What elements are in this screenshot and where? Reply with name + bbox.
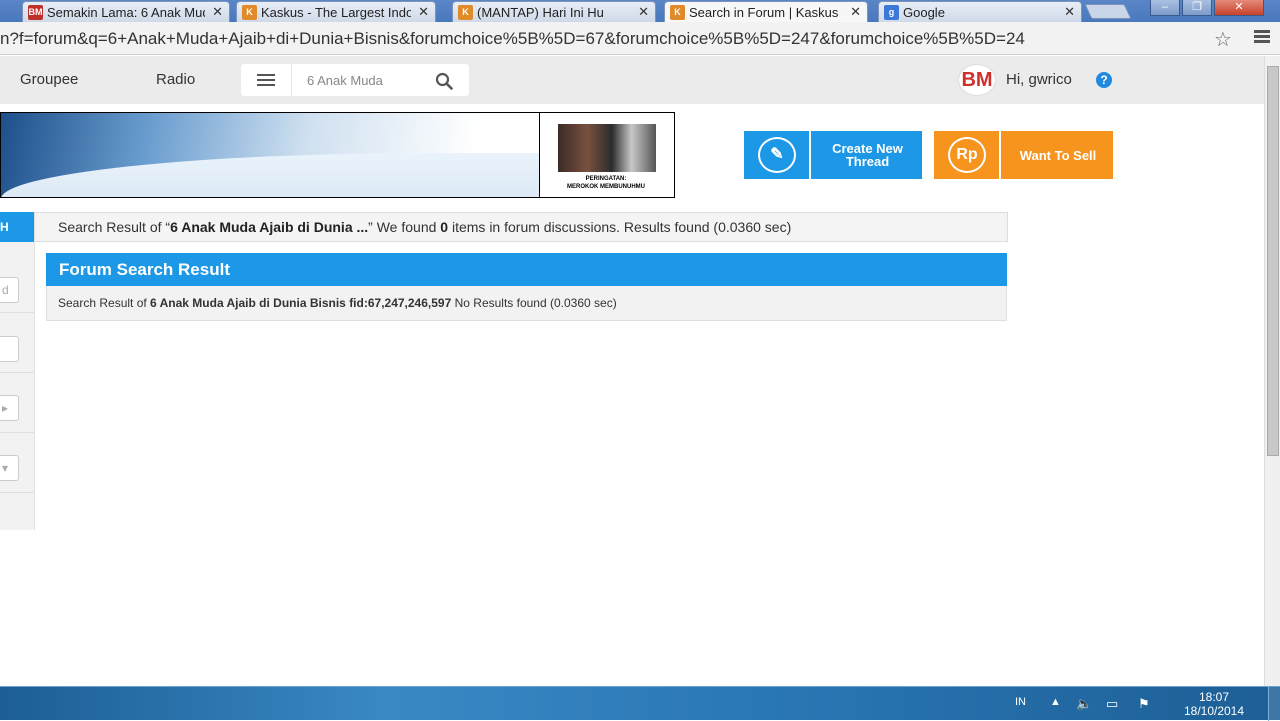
network-icon[interactable]: ▭ [1106, 696, 1118, 712]
user-field[interactable] [0, 336, 19, 362]
new-tab-button[interactable] [1084, 4, 1132, 19]
url-field[interactable]: n?f=forum&q=6+Anak+Muda+Ajaib+di+Dunia+B… [0, 27, 1215, 51]
browser-tab-strip: BM Semakin Lama: 6 Anak Muda ✕ K Kaskus … [0, 0, 1280, 23]
divider [0, 492, 34, 493]
banner-background [1, 153, 541, 197]
summary-suffix: items in forum discussions. Results foun… [448, 219, 792, 235]
summary-mid: ” We found [368, 219, 441, 235]
search-input[interactable] [291, 64, 431, 96]
window-close-button[interactable]: ✕ [1214, 0, 1264, 16]
avatar[interactable]: BM [958, 64, 996, 96]
nav-radio[interactable]: Radio [156, 71, 195, 88]
browser-tab[interactable]: g Google ✕ [878, 1, 1082, 22]
search-filter-sidebar: d ▸ ▾ [0, 242, 35, 530]
search-icon[interactable] [435, 72, 453, 90]
bookmark-star-icon[interactable]: ☆ [1214, 27, 1232, 52]
scrollbar-thumb[interactable] [1267, 66, 1279, 456]
tab-close-icon[interactable]: ✕ [418, 4, 429, 20]
tab-close-icon[interactable]: ✕ [638, 4, 649, 20]
bm-favicon-icon: BM [28, 5, 43, 20]
taskbar: IN ▲ 🔈 ▭ ⚑ 18:07 18/10/2014 [0, 686, 1280, 721]
want-to-sell-label: Want To Sell [1019, 147, 1097, 163]
smoking-warning-panel: PERINGATAN: MEROKOK MEMBUNUHMU [539, 113, 674, 197]
help-icon[interactable]: ? [1096, 72, 1112, 88]
list-icon[interactable] [257, 74, 275, 89]
summary-query: 6 Anak Muda Ajaib di Dunia ... [170, 219, 369, 235]
want-to-sell-button[interactable]: Rp Want To Sell [934, 131, 1113, 179]
result-query: 6 Anak Muda Ajaib di Dunia Bisnis fid:67… [150, 296, 452, 310]
system-clock[interactable]: 18:07 18/10/2014 [1170, 690, 1258, 718]
tab-title: Google [903, 5, 945, 20]
tab-title: Semakin Lama: 6 Anak Muda [47, 5, 205, 20]
result-suffix: No Results found (0.0360 sec) [451, 296, 617, 310]
clock-date: 18/10/2014 [1183, 704, 1245, 718]
page-scrollbar[interactable] [1264, 56, 1280, 686]
minimize-button[interactable]: – [1150, 0, 1180, 16]
tab-title: (MANTAP) Hari Ini Hu [477, 5, 604, 20]
show-hidden-icons-icon[interactable]: ▲ [1050, 696, 1061, 708]
google-favicon-icon: g [884, 5, 899, 20]
volume-icon[interactable]: 🔈 [1076, 696, 1092, 712]
create-thread-label: Create New Thread [832, 141, 903, 169]
tab-title: Search in Forum | Kaskus [689, 5, 839, 20]
kaskus-favicon-icon: K [458, 5, 473, 20]
show-desktop-button[interactable] [1268, 687, 1280, 721]
language-indicator[interactable]: IN [1015, 696, 1026, 708]
search-tab[interactable]: H [0, 212, 34, 242]
ad-banner[interactable]: PERINGATAN: MEROKOK MEMBUNUHMU [0, 112, 675, 198]
tab-close-icon[interactable]: ✕ [212, 4, 223, 20]
search-summary: Search Result of “6 Anak Muda Ajaib di D… [34, 212, 1008, 242]
result-prefix: Search Result of [58, 296, 151, 310]
browser-tab[interactable]: K (MANTAP) Hari Ini Hu ✕ [452, 1, 656, 22]
tab-title: Kaskus - The Largest Indonesian [261, 5, 411, 20]
kaskus-favicon-icon: K [242, 5, 257, 20]
rupiah-icon: Rp [934, 131, 1001, 179]
user-greeting[interactable]: Hi, gwrico [1006, 71, 1072, 88]
summary-count: 0 [440, 219, 449, 235]
action-center-icon[interactable]: ⚑ [1138, 696, 1150, 712]
create-new-thread-button[interactable]: ✎ Create New Thread [744, 131, 922, 179]
sort-dropdown[interactable]: ▾ [0, 455, 19, 481]
keyword-field[interactable]: d [0, 277, 19, 303]
kaskus-favicon-icon: K [670, 5, 685, 20]
tab-close-icon[interactable]: ✕ [850, 4, 861, 20]
maximize-button[interactable]: ❐ [1182, 0, 1212, 16]
forum-select[interactable]: ▸ [0, 395, 19, 421]
browser-tab[interactable]: K Kaskus - The Largest Indonesian ✕ [236, 1, 436, 22]
pencil-icon: ✎ [744, 131, 811, 179]
address-bar: n?f=forum&q=6+Anak+Muda+Ajaib+di+Dunia+B… [0, 22, 1280, 55]
clock-time: 18:07 [1198, 690, 1230, 704]
divider [0, 372, 34, 373]
summary-prefix: Search Result of “ [58, 219, 171, 235]
browser-tab-active[interactable]: K Search in Forum | Kaskus ✕ [664, 1, 868, 23]
divider [0, 432, 34, 433]
forum-search-result-body: Search Result of 6 Anak Muda Ajaib di Du… [46, 286, 1007, 321]
tab-close-icon[interactable]: ✕ [1064, 4, 1075, 20]
warning-text: PERINGATAN: MEROKOK MEMBUNUHMU [540, 175, 672, 191]
divider [0, 312, 34, 313]
browser-tab[interactable]: BM Semakin Lama: 6 Anak Muda ✕ [22, 1, 230, 22]
warning-photo [558, 124, 656, 172]
site-search [241, 64, 469, 96]
browser-menu-icon[interactable] [1254, 28, 1270, 45]
warning-line-2: MEROKOK MEMBUNUHMU [567, 184, 645, 190]
nav-groupee[interactable]: Groupee [20, 71, 78, 88]
warning-line-1: PERINGATAN: [585, 176, 627, 182]
forum-search-result-title: Forum Search Result [46, 253, 1007, 286]
site-nav: Groupee Radio BM Hi, gwrico ? [0, 56, 1264, 104]
